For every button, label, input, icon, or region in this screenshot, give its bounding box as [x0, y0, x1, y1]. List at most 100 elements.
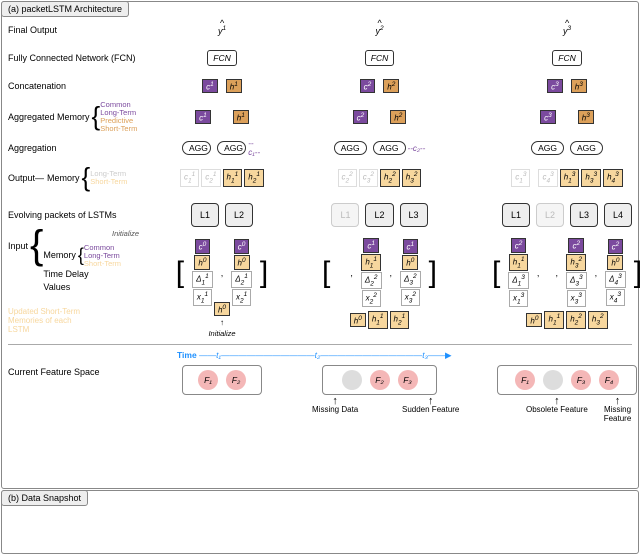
row-concat: Concatenation c1h1 c2h2 c3h3	[2, 72, 638, 100]
feat-F2: F₂	[370, 370, 390, 390]
row-aggregation: Aggregation AGG AGG --c₁-- AGG AGG --c₂-…	[2, 134, 638, 162]
panel-architecture: (a) packetLSTM Architecture Final Output…	[1, 1, 639, 489]
agg-node: AGG	[182, 141, 211, 155]
input-vec-t1-1: c0h0 Δ11x11	[192, 239, 213, 306]
c2-agg: c2	[353, 110, 369, 125]
init-label-2: Initialize	[208, 329, 235, 338]
out-cell: c21	[201, 169, 220, 186]
label-final-output: Final Output	[8, 25, 158, 35]
out-cell: h33	[581, 169, 601, 186]
label-updated-mems: Updated Short-TermMemories of eachLSTM	[8, 307, 158, 334]
mem-cell: h22	[566, 311, 586, 328]
row-input: Input { Memory { Common Long-Term Short-…	[2, 236, 638, 298]
input-vec-t3-1: c2h11 Δ13x13	[508, 238, 529, 307]
c1-agg: c1	[195, 110, 211, 125]
feat-F3: F₃	[398, 370, 418, 390]
h3-agg: h3	[578, 110, 594, 125]
bracket-icon: ]	[429, 266, 437, 280]
feat-F1: F₁	[198, 370, 218, 390]
lstm-L1: L1	[502, 203, 530, 227]
feat-F3: F₃	[571, 370, 591, 390]
input-vec-t2-3: c1h0 Δ32x32	[400, 239, 421, 306]
annot-sudden-feature: ↑Sudden Feature	[402, 397, 459, 414]
label-output: Output	[8, 173, 35, 183]
h1-concat: h1	[226, 79, 242, 94]
out-cell: c13	[511, 169, 530, 186]
input-vec-t3-3: c2h32 Δ33x33	[566, 238, 587, 307]
mem-cell: h0	[350, 313, 366, 328]
label-memory: Memory	[47, 173, 80, 183]
legend-agg-mem: Common Long-Term Predictive Short-Term	[100, 101, 137, 133]
mem-cell: h21	[390, 311, 410, 328]
c1-flow: --c₁--	[248, 139, 262, 157]
lstm-L2: L2	[225, 203, 253, 227]
mem-cell: h11	[544, 311, 564, 328]
row-updated-mems: Updated Short-TermMemories of eachLSTM h…	[2, 298, 638, 342]
out-cell: h13	[560, 169, 580, 186]
fcn-node-3: FCN	[552, 50, 581, 66]
panel-snapshot: (b) Data Snapshot	[1, 490, 639, 554]
row-feature-space: Current Feature Space F₁ F₂ F₂ F₃ F₁ F₃ …	[2, 363, 638, 425]
lstm-L3: L3	[570, 203, 598, 227]
lstm-L1-dim: L1	[331, 203, 359, 227]
fcn-node-2: FCN	[365, 50, 394, 66]
feat-F2-dim	[543, 370, 563, 390]
init-label-1: Initialize	[112, 229, 139, 238]
c2-concat: c2	[360, 79, 376, 94]
bracket-icon: [	[322, 266, 330, 280]
feat-F1-dim	[342, 370, 362, 390]
lstm-L2: L2	[365, 203, 393, 227]
input-vec-t1-2: c0h0 Δ21x21	[231, 239, 252, 306]
out-cell: c32	[359, 169, 378, 186]
bracket-icon: ]	[260, 266, 268, 280]
out-cell: c22	[338, 169, 357, 186]
lstm-L1: L1	[191, 203, 219, 227]
out-cell: h32	[402, 169, 422, 186]
panel-a-label: (a) packetLSTM Architecture	[1, 1, 129, 17]
agg-node: AGG	[217, 141, 246, 155]
mem-cell: h0	[526, 313, 542, 328]
label-input: Input	[8, 241, 28, 251]
out-cell: h21	[244, 169, 264, 186]
input-vec-t2-2: c1h11 Δ22x22	[361, 238, 382, 307]
agg-node: AGG	[531, 141, 564, 155]
legend-output: Long-Term Short-Term	[90, 170, 127, 186]
row-final-output: Final Output y1 y2 y3	[2, 16, 638, 44]
label-feat-space: Current Feature Space	[8, 367, 158, 377]
feat-F1: F₁	[515, 370, 535, 390]
c3-concat: c3	[547, 79, 563, 94]
feat-F2: F₂	[226, 370, 246, 390]
label-agg-mem: Aggregated Memory	[8, 112, 90, 122]
label-concat: Concatenation	[8, 81, 158, 91]
out-cell: h11	[223, 169, 243, 186]
time-axis: Time ——t₁———————————t₂————————————t₃——▶	[177, 350, 452, 361]
lstm-L4: L4	[604, 203, 632, 227]
annot-obsolete-feature: ↑Obsolete Feature	[526, 397, 588, 414]
row-agg-mem: Aggregated Memory { Common Long-Term Pre…	[2, 100, 638, 134]
lstm-L2-dim: L2	[536, 203, 564, 227]
out-cell: c11	[180, 169, 199, 186]
out-cell: c43	[538, 169, 557, 186]
yhat-2: y2	[375, 25, 383, 36]
lstm-L3: L3	[400, 203, 428, 227]
label-aggregation: Aggregation	[8, 143, 158, 153]
row-time: Time ——t₁———————————t₂————————————t₃——▶	[2, 347, 638, 363]
legend-input: Memory { Common Long-Term Short-Term Tim…	[43, 244, 121, 294]
label-evolving: Evolving packets of LSTMs	[8, 210, 158, 220]
c2-flow: --c₂--	[408, 144, 426, 153]
mem-cell: h32	[588, 311, 608, 328]
label-fcn: Fully Connected Network (FCN)	[8, 53, 158, 63]
yhat-3: y3	[563, 25, 571, 36]
agg-node: AGG	[373, 141, 406, 155]
h2-agg: h2	[390, 110, 406, 125]
bracket-icon: ]	[634, 266, 640, 280]
h0-init: h0	[214, 302, 230, 317]
out-cell: h22	[380, 169, 400, 186]
feat-F4: F₄	[599, 370, 619, 390]
h1-agg: h1	[233, 110, 249, 125]
row-evolving: Evolving packets of LSTMs L1 L2 L1 L2 L3…	[2, 194, 638, 236]
bracket-icon: [	[176, 266, 184, 280]
mem-cell: h11	[368, 311, 388, 328]
annot-missing-data: ↑Missing Data	[312, 397, 358, 414]
h2-concat: h2	[383, 79, 399, 94]
